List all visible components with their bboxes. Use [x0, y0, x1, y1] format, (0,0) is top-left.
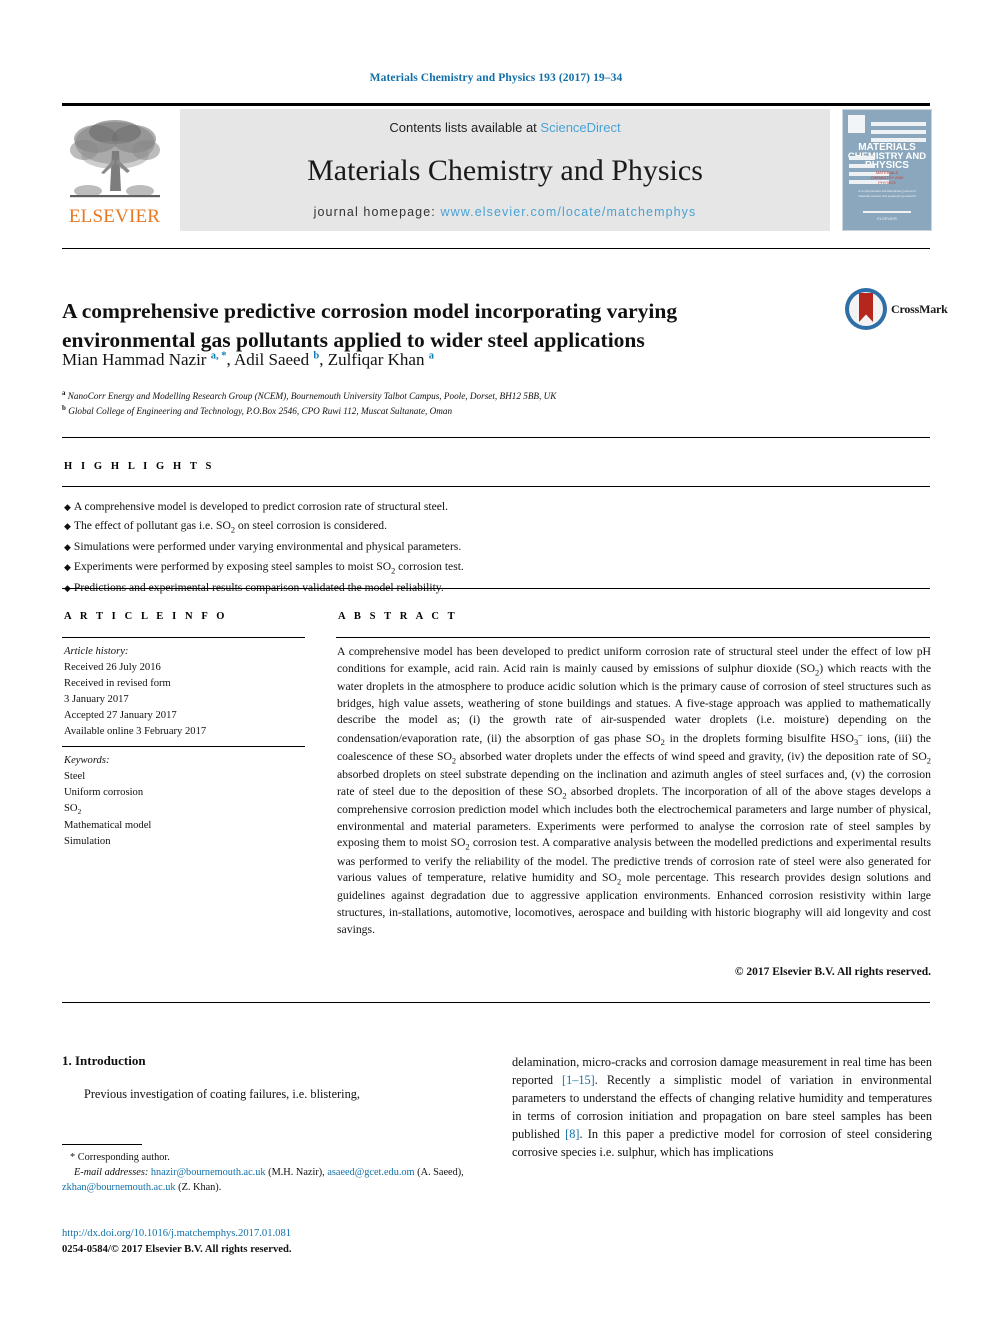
article-history-line: Accepted 27 January 2017 — [64, 710, 177, 722]
affiliation-a: a NanoCorr Energy and Modelling Research… — [62, 388, 862, 403]
cover-footer: ELSEVIER — [877, 216, 897, 221]
affiliation-marker-b: b — [62, 404, 66, 413]
highlights-list: ◆ A comprehensive model is developed to p… — [64, 497, 764, 597]
list-item: ◆ Experiments were performed by exposing … — [64, 557, 764, 578]
journal-cover-thumbnail: MATERIALS CHEMISTRY AND PHYSICS MATERIAL… — [842, 109, 932, 231]
keyword-item: Steel — [64, 771, 86, 783]
journal-homepage-link[interactable]: www.elsevier.com/locate/matchemphys — [440, 205, 696, 219]
bullet-icon: ◆ — [64, 561, 71, 572]
doi-link[interactable]: http://dx.doi.org/10.1016/j.matchemphys.… — [62, 1226, 492, 1242]
intro-paragraph-left: Previous investigation of coating failur… — [84, 1087, 360, 1101]
journal-homepage-line: journal homepage: www.elsevier.com/locat… — [180, 205, 830, 219]
divider-above-title — [62, 248, 930, 249]
article-history-line: Received 26 July 2016 — [64, 662, 161, 674]
corresponding-author-text: Corresponding author. — [77, 1152, 170, 1163]
divider-under-article-info-heading — [62, 637, 305, 638]
affiliation-text-a: NanoCorr Energy and Modelling Research G… — [67, 391, 557, 402]
issn-copyright-line: 0254-0584/© 2017 Elsevier B.V. All right… — [62, 1243, 292, 1255]
highlight-text: The effect of pollutant gas i.e. SO2 on … — [73, 519, 387, 535]
crossmark-label: CrossMark — [891, 302, 948, 316]
body-column-right: delamination, micro-cracks and corrosion… — [512, 1053, 932, 1161]
section-heading-introduction: 1. Introduction — [62, 1053, 146, 1068]
sciencedirect-link[interactable]: ScienceDirect — [540, 120, 620, 135]
abstract-text: A comprehensive model has been developed… — [337, 645, 932, 936]
author-list: Mian Hammad Nazir a, *, Adil Saeed b, Zu… — [62, 350, 434, 369]
divider-below-highlights — [62, 588, 930, 589]
bullet-icon: ◆ — [64, 501, 71, 512]
page-title: A comprehensive predictive corrosion mod… — [62, 299, 678, 352]
keywords-block: Keywords: Steel Uniform corrosion SO2 Ma… — [64, 753, 314, 850]
divider-above-keywords — [62, 746, 305, 747]
contents-lists-line: Contents lists available at ScienceDirec… — [180, 120, 830, 135]
masthead-center-panel: Contents lists available at ScienceDirec… — [180, 109, 830, 231]
bullet-icon: ◆ — [64, 521, 71, 532]
article-history-block: Article history: Received 26 July 2016 R… — [64, 644, 314, 741]
body-column-left: 1. Introduction Previous investigation o… — [62, 1053, 482, 1103]
cover-subtitle-3: PHYSICS — [878, 180, 896, 185]
running-head-citation: Materials Chemistry and Physics 193 (201… — [369, 72, 623, 84]
highlights-heading: H I G H L I G H T S — [64, 461, 215, 472]
journal-title: Materials Chemistry and Physics — [307, 154, 703, 187]
elsevier-wordmark: ELSEVIER — [68, 206, 161, 227]
divider-below-abstract — [62, 1002, 930, 1003]
asterisk-icon: * — [70, 1152, 76, 1163]
article-history-label: Article history: — [64, 646, 129, 657]
affiliation-text-b: Global College of Engineering and Techno… — [68, 406, 453, 417]
corresponding-author-note: * Corresponding author. — [62, 1150, 492, 1165]
affiliations: a NanoCorr Energy and Modelling Research… — [62, 388, 862, 419]
keyword-item: Mathematical model — [64, 819, 152, 831]
elsevier-logo: ELSEVIER — [62, 109, 167, 231]
copyright-line: © 2017 Elsevier B.V. All rights reserved… — [734, 966, 931, 978]
article-history-line: 3 January 2017 — [64, 694, 129, 706]
article-info-heading: A R T I C L E I N F O — [64, 611, 228, 622]
journal-article-page: Materials Chemistry and Physics 193 (201… — [0, 0, 992, 1323]
crossmark-badge[interactable]: CrossMark — [845, 288, 948, 334]
keywords-label: Keywords: — [64, 755, 110, 766]
divider-under-abstract-heading — [336, 637, 930, 638]
affiliation-marker-a: a — [62, 389, 66, 397]
doi-block: http://dx.doi.org/10.1016/j.matchemphys.… — [62, 1226, 492, 1257]
article-history-line: Available online 3 February 2017 — [64, 726, 207, 738]
keyword-item: SO2 — [64, 803, 82, 817]
abstract-heading: A B S T R A C T — [338, 611, 458, 622]
elsevier-tree-icon — [70, 120, 160, 198]
intro-paragraph-right: delamination, micro-cracks and corrosion… — [512, 1055, 933, 1160]
keyword-item: Uniform corrosion — [64, 787, 144, 799]
footnote-divider — [62, 1144, 142, 1145]
contents-prefix: Contents lists available at — [389, 120, 541, 135]
divider-above-highlights — [62, 437, 930, 438]
cover-tiny-2: materials science and engineering resear… — [857, 194, 917, 198]
highlight-text: Experiments were performed by exposing s… — [73, 559, 464, 575]
highlight-text: Simulations were performed under varying… — [73, 540, 462, 554]
highlight-text: A comprehensive model is developed to pr… — [73, 500, 449, 513]
email-label: E-mail addresses: — [74, 1167, 149, 1179]
email-addresses-note: E-mail addresses: hnazir@bournemouth.ac.… — [62, 1165, 492, 1195]
homepage-prefix: journal homepage: — [313, 205, 441, 219]
bullet-icon: ◆ — [64, 542, 71, 553]
affiliation-b: b Global College of Engineering and Tech… — [62, 403, 862, 418]
list-item: ◆ Simulations were performed under varyin… — [64, 537, 764, 556]
keyword-item: Simulation — [64, 836, 111, 848]
article-history-line: Received in revised form — [64, 678, 171, 690]
crossmark-icon — [845, 288, 887, 330]
journal-masthead: ELSEVIER Contents lists available at Sci… — [62, 103, 932, 231]
cover-elsevier-mark — [848, 115, 865, 133]
list-item: ◆ The effect of pollutant gas i.e. SO2 on… — [64, 516, 764, 537]
footnote-block: * Corresponding author. E-mail addresses… — [62, 1150, 492, 1195]
list-item: ◆ A comprehensive model is developed to p… — [64, 497, 764, 516]
divider-under-highlights-heading — [62, 486, 930, 487]
